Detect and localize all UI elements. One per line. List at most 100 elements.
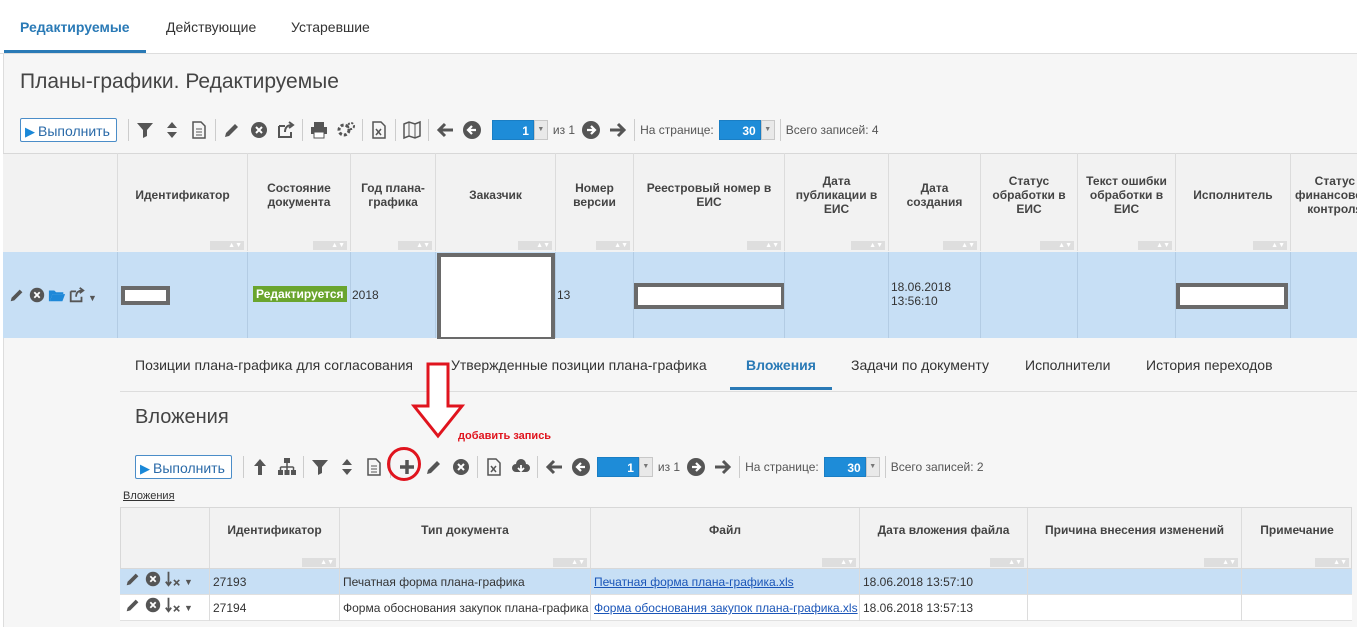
sort-arrows-icon[interactable]: ▲▼ [1253,241,1287,250]
column-header[interactable]: Примечание ▲▼ [1241,508,1352,568]
column-header[interactable]: Тип документа ▲▼ [339,508,590,568]
sort-arrows-icon[interactable]: ▲▼ [210,241,244,250]
attachments-run-button[interactable]: ▶ Выполнить [135,455,232,479]
add-record-button[interactable] [386,447,421,481]
filter-icon[interactable] [134,119,156,141]
chevron-down-icon[interactable]: ▼ [865,457,880,477]
per-page-input[interactable]: 30 [823,457,866,477]
tab-outdated[interactable]: Устаревшие [275,0,386,52]
table-row[interactable]: ▼ 27193 Печатная форма плана-графика Печ… [120,569,1352,595]
sort-arrows-icon[interactable]: ▲▼ [822,558,856,567]
edit-icon[interactable] [221,119,243,141]
column-header[interactable]: Исполнитель ▲▼ [1175,153,1290,251]
page-number-input[interactable]: 1 [491,120,534,140]
table-row[interactable]: ▼ 27194 Форма обоснования закупок плана-… [120,595,1352,621]
sort-arrows-icon[interactable]: ▲▼ [398,241,432,250]
chevron-down-icon[interactable]: ▼ [638,457,653,477]
column-header[interactable]: Файл ▲▼ [590,508,859,568]
column-header[interactable]: Причина внесения изменений ▲▼ [1027,508,1241,568]
filter-icon[interactable] [309,456,331,478]
edit-icon[interactable] [124,570,142,593]
sort-arrows-icon[interactable]: ▲▼ [1315,558,1349,567]
page-number-field[interactable]: 1 ▼ [491,120,548,140]
file-link[interactable]: Печатная форма плана-графика.xls [594,575,794,589]
chevron-down-icon[interactable]: ▼ [533,120,548,140]
edit-icon[interactable] [124,596,142,619]
sort-arrows-icon[interactable]: ▲▼ [990,558,1024,567]
column-header[interactable]: Идентификатор ▲▼ [117,153,247,251]
delete-icon[interactable] [28,286,46,309]
column-header[interactable]: Статус финансового контроля [1290,153,1357,251]
clear-sort-icon[interactable] [164,570,182,593]
sort-arrows-icon[interactable]: ▲▼ [596,241,630,250]
sort-arrows-icon[interactable]: ▲▼ [851,241,885,250]
folder-open-icon[interactable] [48,286,66,309]
sort-arrows-icon[interactable]: ▲▼ [518,241,552,250]
share-icon[interactable] [275,119,297,141]
tab-executors[interactable]: Исполнители [1025,339,1110,390]
breadcrumb[interactable]: Вложения [123,490,175,502]
tab-active[interactable]: Действующие [150,0,272,52]
column-header[interactable]: Номер версии ▲▼ [555,153,633,251]
run-button[interactable]: ▶ Выполнить [20,118,117,142]
sort-icon[interactable] [161,119,183,141]
circle-arrow-right-icon[interactable] [580,119,602,141]
sort-arrows-icon[interactable]: ▲▼ [1138,241,1172,250]
chevron-down-icon[interactable]: ▼ [760,120,775,140]
delete-icon[interactable] [248,119,270,141]
hierarchy-icon[interactable] [276,456,298,478]
document-icon[interactable] [363,456,385,478]
document-icon[interactable] [188,119,210,141]
share-icon[interactable] [68,286,86,309]
tab-document-tasks[interactable]: Задачи по документу [851,339,989,390]
column-header[interactable]: Статус обработки в ЕИС ▲▼ [980,153,1077,251]
column-header[interactable]: Дата вложения файла ▲▼ [859,508,1027,568]
circle-arrow-right-icon[interactable] [685,456,707,478]
arrow-left-icon[interactable] [434,119,456,141]
sort-arrows-icon[interactable]: ▲▼ [302,558,336,567]
excel-icon[interactable] [483,456,505,478]
edit-icon[interactable] [8,286,26,309]
column-header[interactable]: Дата создания ▲▼ [888,153,980,251]
arrow-right-icon[interactable] [607,119,629,141]
cloud-download-icon[interactable] [510,456,532,478]
column-header[interactable]: Текст ошибки обработки в ЕИС ▲▼ [1077,153,1175,251]
column-header[interactable]: Дата публикации в ЕИС ▲▼ [784,153,888,251]
clear-sort-icon[interactable] [164,596,182,619]
column-header[interactable]: Состояние документа ▲▼ [247,153,350,251]
tab-attachments[interactable]: Вложения [730,339,832,390]
tab-positions-for-approval[interactable]: Позиции плана-графика для согласования [135,339,413,390]
delete-icon[interactable] [144,596,162,619]
arrow-right-icon[interactable] [712,456,734,478]
print-icon[interactable] [308,119,330,141]
chevron-down-icon[interactable]: ▼ [184,577,193,587]
sort-arrows-icon[interactable]: ▲▼ [943,241,977,250]
chevron-down-icon[interactable]: ▼ [184,603,193,613]
sort-arrows-icon[interactable]: ▲▼ [747,241,781,250]
delete-icon[interactable] [450,456,472,478]
tab-transition-history[interactable]: История переходов [1146,339,1273,390]
sort-arrows-icon[interactable]: ▲▼ [553,558,587,567]
tab-approved-positions[interactable]: Утвержденные позиции плана-графика [451,339,707,390]
column-header[interactable]: Идентификатор ▲▼ [209,508,339,568]
sort-arrows-icon[interactable]: ▲▼ [313,241,347,250]
tab-editable[interactable]: Редактируемые [4,0,146,53]
column-header[interactable]: Заказчик ▲▼ [435,153,555,251]
sort-icon[interactable] [336,456,358,478]
arrow-left-icon[interactable] [543,456,565,478]
sort-arrows-icon[interactable]: ▲▼ [1204,558,1238,567]
delete-icon[interactable] [144,570,162,593]
per-page-select[interactable]: 30 ▼ [823,457,880,477]
chevron-down-icon[interactable]: ▼ [88,293,97,303]
circle-arrow-left-icon[interactable] [461,119,483,141]
page-number-field[interactable]: 1 ▼ [596,457,653,477]
file-link[interactable]: Форма обоснования закупок плана-графика.… [594,601,858,615]
column-header[interactable]: Реестровый номер в ЕИС ▲▼ [633,153,784,251]
excel-icon[interactable] [368,119,390,141]
sort-arrows-icon[interactable]: ▲▼ [1040,241,1074,250]
page-number-input[interactable]: 1 [596,457,639,477]
per-page-input[interactable]: 30 [718,120,761,140]
column-header[interactable]: Год плана-графика ▲▼ [350,153,435,251]
circle-arrow-left-icon[interactable] [570,456,592,478]
settings-icon[interactable] [335,119,357,141]
